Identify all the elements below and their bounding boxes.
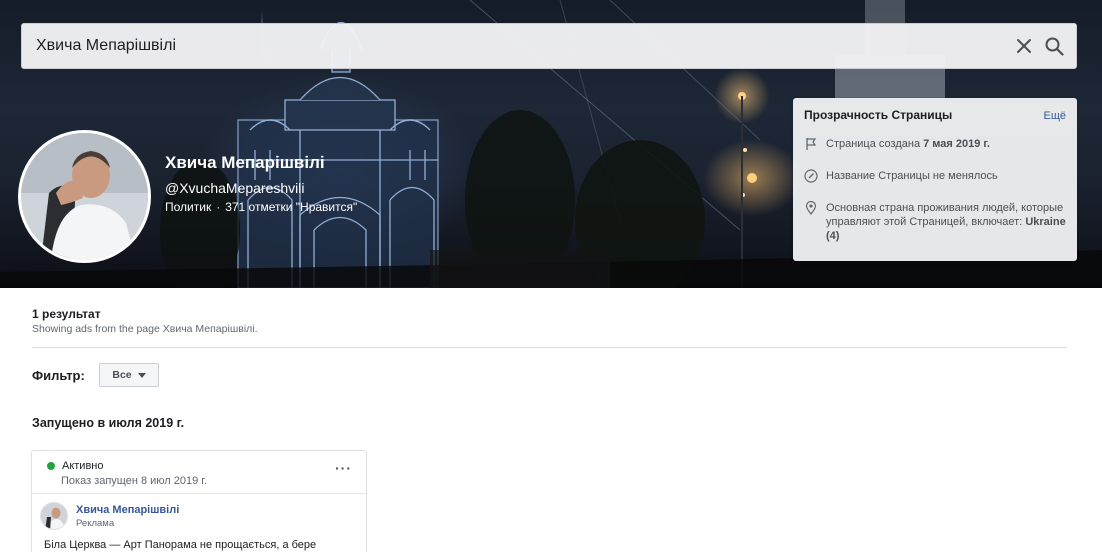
- edit-icon: [804, 169, 818, 183]
- ad-page-avatar[interactable]: [40, 502, 68, 530]
- ad-body-text: Біла Церква — Арт Панорама не прощається…: [44, 539, 317, 551]
- page-created-row: Страница создана 7 мая 2019 г.: [804, 137, 1066, 151]
- created-prefix: Страница создана: [826, 138, 921, 150]
- ad-start-date: Показ запущен 8 июл 2019 г.: [61, 475, 208, 487]
- search-button[interactable]: [1039, 31, 1069, 61]
- more-options-button[interactable]: ···: [335, 461, 352, 475]
- ad-divider: [32, 493, 366, 494]
- results-count: 1 результат: [32, 307, 101, 321]
- page-category: Политик: [165, 200, 212, 214]
- search-input[interactable]: [36, 24, 1009, 68]
- ad-status: Активно: [47, 460, 104, 472]
- divider: [32, 347, 1067, 348]
- clear-search-button[interactable]: [1009, 31, 1039, 61]
- ad-card: Активно Показ запущен 8 июл 2019 г. ··· …: [31, 450, 367, 552]
- flag-icon: [806, 138, 817, 150]
- close-icon: [1017, 39, 1031, 53]
- search-bar: [21, 23, 1077, 69]
- location-pin-icon: [805, 201, 817, 215]
- ad-page-name[interactable]: Хвича Мепарішвілі: [76, 504, 179, 516]
- page-avatar[interactable]: [18, 130, 151, 263]
- ad-profile-photo: [41, 503, 67, 529]
- page-handle: @XvuchaMepareshvili: [165, 180, 305, 196]
- page-meta: Политик · 371 отметки "Нравится": [165, 200, 357, 214]
- transparency-title: Прозрачность Страницы: [804, 108, 953, 122]
- ad-status-label: Активно: [62, 460, 104, 472]
- profile-photo: [21, 133, 148, 260]
- launched-heading: Запущено в июля 2019 г.: [32, 416, 185, 430]
- name-unchanged-text: Название Страницы не менялось: [826, 170, 998, 182]
- results-subtitle: Showing ads from the page Хвича Мепарішв…: [32, 323, 258, 335]
- transparency-more-link[interactable]: Ещё: [1043, 110, 1066, 122]
- filter-dropdown[interactable]: Все: [99, 363, 159, 387]
- name-change-row: Название Страницы не менялось: [804, 169, 1066, 183]
- ad-sponsored-label: Реклама: [76, 518, 115, 529]
- active-status-dot-icon: [47, 462, 55, 470]
- chevron-down-icon: [137, 372, 146, 378]
- filter-value: Все: [112, 369, 132, 381]
- created-date: 7 мая 2019 г.: [923, 138, 990, 150]
- page-transparency-panel: Прозрачность Страницы Ещё Страница созда…: [793, 98, 1077, 261]
- country-row: Основная страна проживания людей, которы…: [804, 201, 1066, 243]
- page-name[interactable]: Хвича Мепарішвілі: [165, 153, 325, 173]
- meta-separator: ·: [216, 200, 221, 214]
- search-icon: [1045, 37, 1064, 56]
- filter-label: Фильтр:: [32, 368, 85, 383]
- page-likes: 371 отметки "Нравится": [225, 200, 358, 214]
